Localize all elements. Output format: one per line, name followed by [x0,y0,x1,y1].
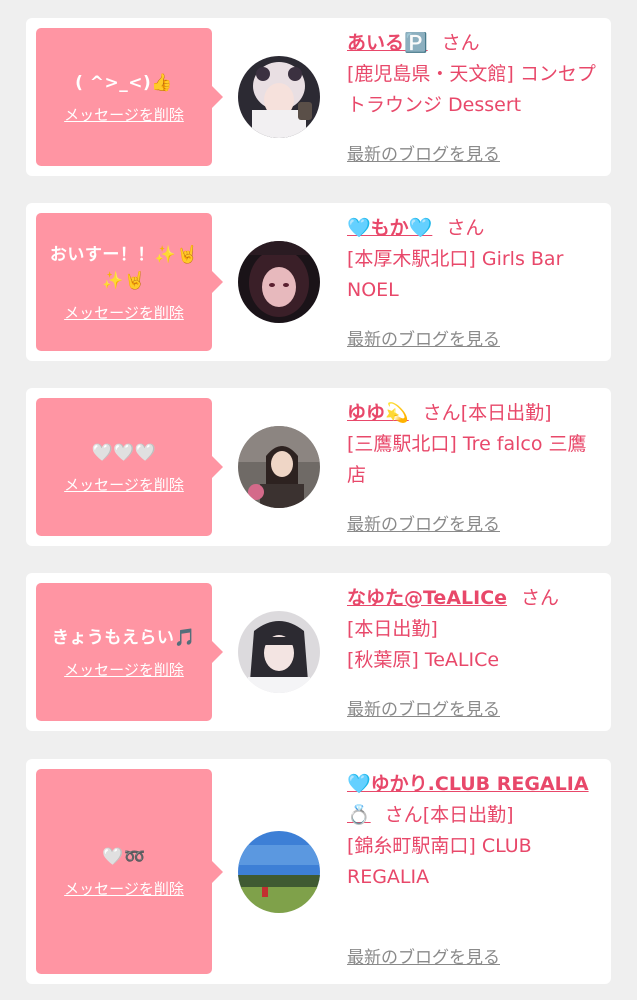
sender-info: 🩵ゆかり.CLUB REGALIA💍 さん[本日出勤] [錦糸町駅南口] CLUB… [347,769,603,893]
sender-name-link[interactable]: あいる🅿️ [347,32,428,54]
sender-info: 🩵もか🩵 さん [本厚木駅北口] Girls Bar NOEL [347,213,603,306]
latest-blog-link[interactable]: 最新のブログを見る [347,140,500,165]
message-bubble: 🤍➿ メッセージを削除 [36,769,223,974]
latest-blog-link[interactable]: 最新のブログを見る [347,325,500,350]
delete-message-link[interactable]: メッセージを削除 [64,659,184,680]
message-card: 🤍➿ メッセージを削除 🩵ゆかり.CLUB REGALIA💍 さん[本日出勤] [… [26,759,611,984]
message-card: 🤍🤍🤍 メッセージを削除 ゆゆ💫 さん[本日出勤] [三鷹駅北口] Tre fal… [26,388,611,546]
sender-info: ゆゆ💫 さん[本日出勤] [三鷹駅北口] Tre falco 三鷹店 [347,398,603,491]
message-list: ( ^>_<)👍 メッセージを削除 あいる🅿️ さん [鹿児島県・天文館] コンセ… [0,0,637,1000]
sender-info: あいる🅿️ さん [鹿児島県・天文館] コンセプトラウンジ Dessert [347,28,603,121]
delete-message-link[interactable]: メッセージを削除 [64,474,184,495]
delete-message-link[interactable]: メッセージを削除 [64,104,184,125]
latest-blog-link[interactable]: 最新のブログを見る [347,943,500,968]
attendance-status: [本日出勤] [347,618,438,640]
delete-message-link[interactable]: メッセージを削除 [64,878,184,899]
attendance-status: [本日出勤] [422,804,514,826]
message-text: きょうもえらい🎵 [51,627,197,648]
avatar[interactable] [238,611,320,693]
honorific: さん [422,402,461,424]
message-bubble: おいすー！！✨🤘✨🤘 メッセージを削除 [36,213,223,351]
avatar[interactable] [238,241,320,323]
shop-name: [本厚木駅北口] Girls Bar NOEL [347,248,564,301]
avatar[interactable] [238,56,320,138]
honorific: さん [384,804,423,826]
shop-name: [三鷹駅北口] Tre falco 三鷹店 [347,433,587,486]
sender-name-link[interactable]: 🩵もか🩵 [347,217,432,239]
message-text: 🤍➿ [102,847,146,867]
sender-info: なゆた@TeALICe さん [本日出勤] [秋葉原] TeALICe [347,583,603,676]
avatar[interactable] [238,426,320,508]
latest-blog-link[interactable]: 最新のブログを見る [347,695,500,720]
shop-name: [錦糸町駅南口] CLUB REGALIA [347,835,532,888]
sender-name-link[interactable]: なゆた@TeALICe [347,587,507,609]
message-card: おいすー！！✨🤘✨🤘 メッセージを削除 🩵もか🩵 さん [本厚木駅北口] Girl… [26,203,611,361]
message-bubble: きょうもえらい🎵 メッセージを削除 [36,583,223,721]
message-bubble: ( ^>_<)👍 メッセージを削除 [36,28,223,166]
message-text: おいすー！！✨🤘✨🤘 [49,244,199,291]
honorific: さん [441,32,480,54]
message-bubble: 🤍🤍🤍 メッセージを削除 [36,398,223,536]
attendance-status: [本日出勤] [460,402,552,424]
latest-blog-link[interactable]: 最新のブログを見る [347,510,500,535]
message-card: ( ^>_<)👍 メッセージを削除 あいる🅿️ さん [鹿児島県・天文館] コンセ… [26,18,611,176]
message-text: 🤍🤍🤍 [91,442,157,463]
message-card: きょうもえらい🎵 メッセージを削除 なゆた@TeALICe さん [本日出勤] [… [26,573,611,731]
delete-message-link[interactable]: メッセージを削除 [64,302,184,323]
honorific: さん [521,587,560,609]
sender-name-link[interactable]: ゆゆ💫 [347,402,409,424]
avatar[interactable] [238,831,320,913]
shop-name: [鹿児島県・天文館] コンセプトラウンジ Dessert [347,63,596,116]
shop-name: [秋葉原] TeALICe [347,649,500,671]
honorific: さん [446,217,485,239]
message-text: ( ^>_<)👍 [75,72,173,93]
